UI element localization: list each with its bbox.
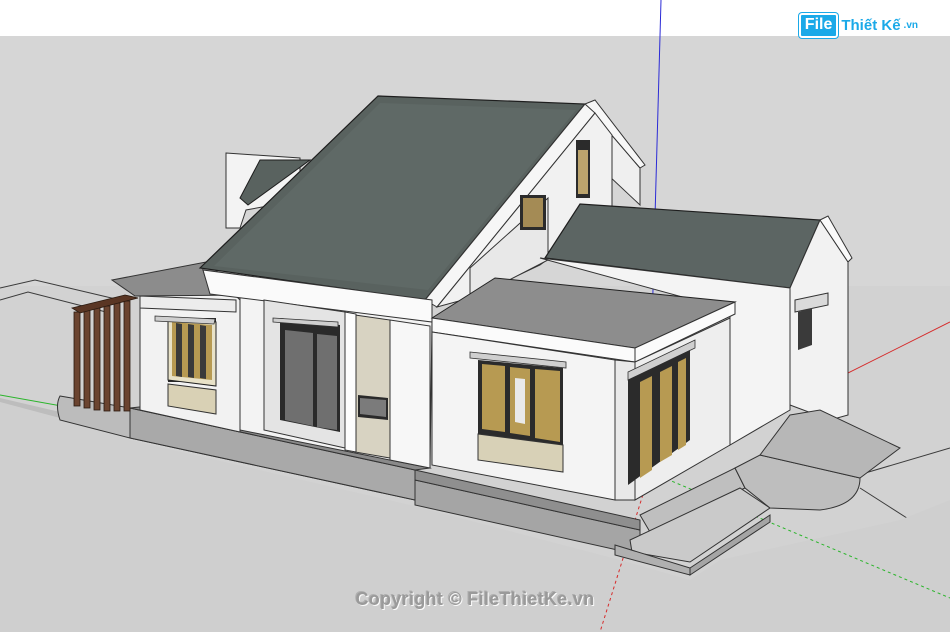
3d-model-viewport[interactable] (0, 0, 950, 632)
copyright-watermark: Copyright © FileThietKe.vn (355, 589, 595, 609)
front-room (430, 277, 737, 501)
logo-badge: File (798, 13, 839, 38)
logo-tld: .vn (903, 20, 918, 31)
logo-name: Thiết Kế (841, 17, 901, 34)
filethietke-logo: File Thiết Kế .vn (798, 13, 918, 38)
